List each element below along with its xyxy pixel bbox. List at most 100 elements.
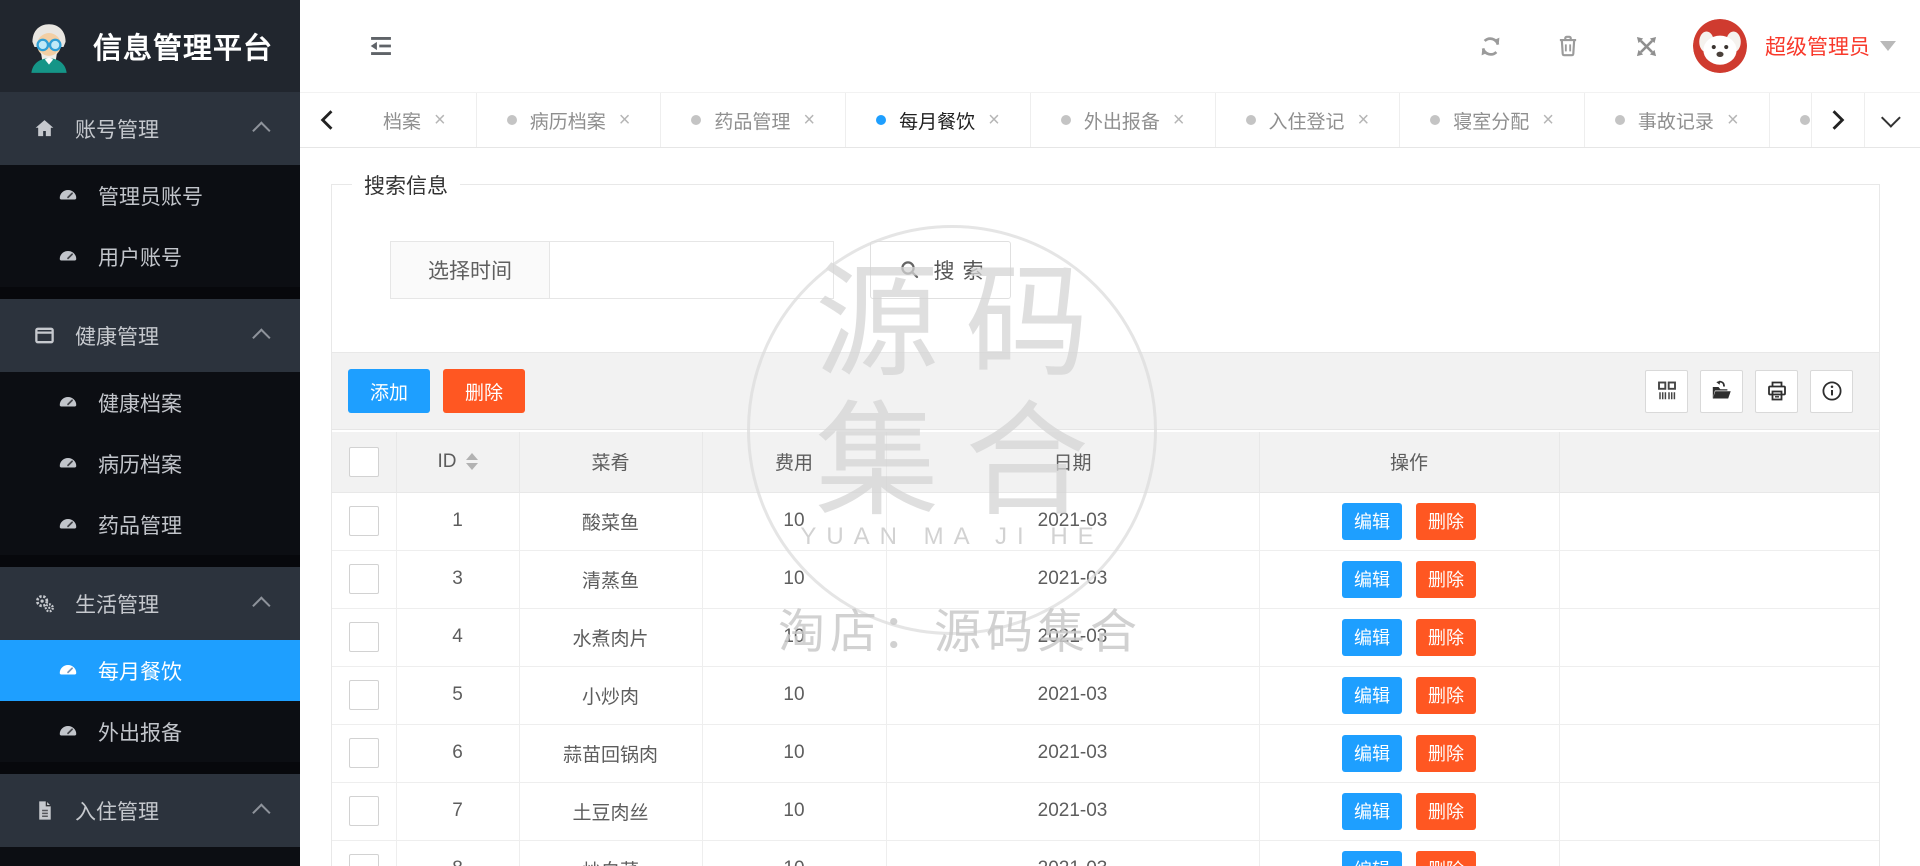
close-icon[interactable]: ×: [988, 109, 1000, 132]
tab-checkin-register[interactable]: 入住登记 ×: [1214, 93, 1400, 147]
refresh-button[interactable]: [1475, 31, 1505, 61]
sidebar-item-medical-records[interactable]: 病历档案: [0, 433, 300, 494]
dashboard-icon: [57, 185, 80, 207]
tab-label: 事故记录: [1637, 111, 1714, 133]
sidebar-item-admin-account[interactable]: 管理员账号: [0, 165, 300, 226]
printer-icon: [1765, 379, 1789, 403]
sidebar-item-checkin-mgmt[interactable]: 入住管理: [0, 774, 300, 847]
sidebar-item-label: 入住管理: [75, 800, 159, 824]
tabs-scroll-right-button[interactable]: [1811, 93, 1864, 147]
sidebar-item-medicine-mgmt[interactable]: 药品管理: [0, 494, 300, 555]
edit-button[interactable]: 编辑: [1342, 676, 1402, 714]
chevron-up-icon: [252, 121, 271, 140]
tab-dot-icon: [506, 115, 517, 125]
edit-button[interactable]: 编辑: [1342, 502, 1402, 540]
tab-dorm-assign[interactable]: 寝室分配 ×: [1399, 93, 1584, 147]
delete-button[interactable]: 删除: [1416, 618, 1476, 656]
table-row: 7 土豆肉丝 10 2021-03 编辑 删除: [332, 782, 1879, 841]
tab-dot-icon: [691, 115, 702, 125]
sidebar-item-label: 健康管理: [75, 325, 159, 349]
tab-monthly-meals[interactable]: 每月餐饮 ×: [845, 93, 1030, 147]
delete-button[interactable]: 删除: [1416, 676, 1476, 714]
fullscreen-button[interactable]: [1631, 31, 1661, 61]
cell-dish: 炒白菜: [519, 840, 703, 866]
tab-medical-records[interactable]: 病历档案 ×: [475, 93, 661, 147]
refresh-icon: [1477, 33, 1504, 60]
sidebar-item-monthly-meals[interactable]: 每月餐饮: [0, 640, 300, 701]
tab-dot-icon: [1245, 115, 1256, 125]
sort-icon[interactable]: [465, 453, 478, 471]
tab-label: 外出报备: [1083, 111, 1160, 133]
close-icon[interactable]: ×: [434, 109, 446, 132]
row-checkbox[interactable]: [348, 506, 379, 536]
cell-id: 3: [396, 550, 520, 609]
edit-button[interactable]: 编辑: [1342, 560, 1402, 598]
sidebar-item-user-account[interactable]: 用户账号: [0, 226, 300, 287]
select-all-checkbox[interactable]: [348, 446, 379, 477]
column-header-dish: 菜肴: [519, 432, 703, 493]
export-button[interactable]: [1700, 369, 1743, 413]
sidebar-item-life-mgmt[interactable]: 生活管理: [0, 567, 300, 640]
edit-button[interactable]: 编辑: [1342, 792, 1402, 830]
edit-button[interactable]: 编辑: [1342, 618, 1402, 656]
user-avatar[interactable]: [1693, 19, 1747, 73]
search-form: 选择时间 搜索: [390, 241, 1011, 299]
row-checkbox[interactable]: [348, 564, 379, 594]
tab-clipped[interactable]: [1768, 93, 1811, 147]
batch-delete-button[interactable]: 删除: [443, 369, 526, 413]
print-button[interactable]: [1755, 369, 1798, 413]
delete-button[interactable]: 删除: [1416, 734, 1476, 772]
gears-icon: [33, 592, 57, 615]
time-picker-label: 选择时间: [390, 241, 550, 299]
tabbar: 档案 × 病历档案 × 药品管理 × 每月餐饮 × 外出报备 × 入住登记 ×: [300, 92, 1920, 148]
dashboard-icon: [57, 721, 80, 743]
cell-cost: 10: [702, 666, 887, 725]
cell-id: 6: [396, 724, 520, 783]
row-checkbox[interactable]: [348, 796, 379, 826]
edit-button[interactable]: 编辑: [1342, 734, 1402, 772]
close-icon[interactable]: ×: [1173, 109, 1185, 132]
add-button[interactable]: 添加: [348, 369, 431, 413]
cell-id: 4: [396, 608, 520, 667]
tab-accident-log[interactable]: 事故记录 ×: [1583, 93, 1769, 147]
time-picker-input[interactable]: [550, 241, 834, 299]
edit-button[interactable]: 编辑: [1342, 850, 1402, 866]
cell-date: 2021-03: [886, 840, 1260, 866]
sidebar-item-account-mgmt[interactable]: 账号管理: [0, 92, 300, 165]
info-button[interactable]: [1810, 369, 1853, 413]
columns-filter-button[interactable]: [1645, 369, 1688, 413]
delete-button[interactable]: 删除: [1416, 502, 1476, 540]
clear-cache-button[interactable]: [1553, 31, 1583, 61]
sidebar-item-health-mgmt[interactable]: 健康管理: [0, 299, 300, 372]
data-table: ID 菜肴 费用 日期 操作 1 酸菜鱼 10 2021-03 编辑 删除 3 …: [332, 432, 1879, 866]
close-icon[interactable]: ×: [1727, 109, 1739, 132]
menu-fold-button[interactable]: [364, 29, 398, 63]
tab-files[interactable]: 档案 ×: [353, 93, 476, 147]
close-icon[interactable]: ×: [619, 109, 631, 132]
row-checkbox[interactable]: [348, 622, 379, 652]
sidebar-item-outing-report[interactable]: 外出报备: [0, 701, 300, 762]
delete-button[interactable]: 删除: [1416, 792, 1476, 830]
cell-id: 7: [396, 782, 520, 841]
row-checkbox[interactable]: [348, 738, 379, 768]
delete-button[interactable]: 删除: [1416, 850, 1476, 866]
tab-medicine-mgmt[interactable]: 药品管理 ×: [660, 93, 845, 147]
tabs-strip: 档案 × 病历档案 × 药品管理 × 每月餐饮 × 外出报备 × 入住登记 ×: [353, 93, 1811, 147]
row-checkbox[interactable]: [348, 854, 379, 866]
delete-button[interactable]: 删除: [1416, 560, 1476, 598]
sidebar-item-health-records[interactable]: 健康档案: [0, 372, 300, 433]
tabs-scroll-left-button[interactable]: [300, 93, 353, 147]
menu-divider: [0, 287, 300, 299]
close-icon[interactable]: ×: [1358, 109, 1370, 132]
tabs-menu-button[interactable]: [1864, 93, 1920, 147]
search-button[interactable]: 搜索: [870, 241, 1011, 299]
user-name[interactable]: 超级管理员: [1765, 31, 1870, 61]
app-title: 信息管理平台: [93, 33, 274, 65]
close-icon[interactable]: ×: [803, 109, 815, 132]
tab-outing-report[interactable]: 外出报备 ×: [1029, 93, 1215, 147]
row-checkbox[interactable]: [348, 680, 379, 710]
close-icon[interactable]: ×: [1542, 109, 1554, 132]
caret-down-icon[interactable]: [1880, 41, 1896, 51]
topbar: 超级管理员: [300, 0, 1920, 92]
info-icon: [1820, 379, 1844, 403]
